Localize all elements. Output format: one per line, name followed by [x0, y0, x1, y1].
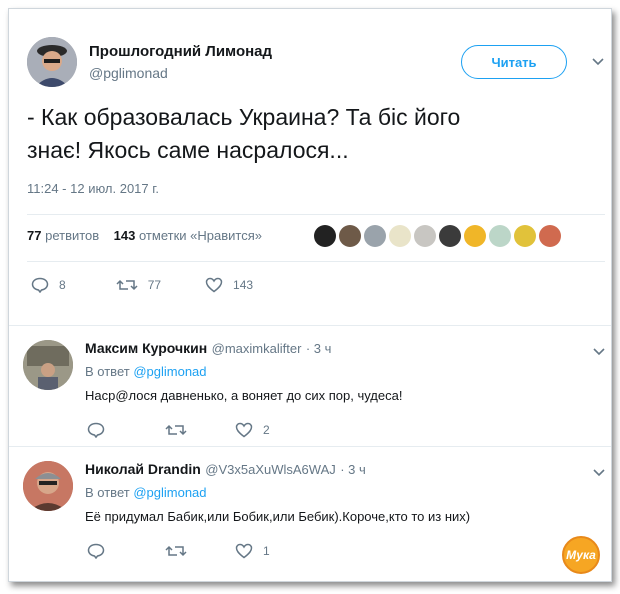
tweet-text: - Как образовалась Украина? Та біс його …: [27, 101, 587, 167]
reply-button[interactable]: [87, 543, 115, 559]
like-count: 2: [263, 423, 270, 437]
reply-to: В ответ @pglimonad: [85, 364, 207, 379]
chevron-down-icon[interactable]: [593, 345, 605, 359]
retweet-button[interactable]: 77: [116, 277, 161, 293]
divider: [27, 261, 605, 262]
divider: [27, 214, 605, 215]
liker-avatar[interactable]: [414, 225, 436, 247]
tweet-text-line-2: знає! Якось саме насралося...: [27, 137, 349, 163]
heart-icon: [235, 422, 253, 438]
reply-header: Максим Курочкин @maximkalifter · 3 ч: [85, 340, 331, 358]
reply-time[interactable]: · 3 ч: [306, 341, 332, 356]
reply-icon: [31, 277, 49, 293]
tweet-actions: 8 77 143: [31, 277, 289, 293]
retweet-icon: [165, 545, 187, 557]
reply-time[interactable]: · 3 ч: [340, 462, 366, 477]
reply-to-prefix: В ответ: [85, 364, 130, 379]
liker-avatar[interactable]: [339, 225, 361, 247]
reply-text: Наср@лося давненько, а воняет до сих пор…: [85, 388, 403, 403]
reply-icon: [87, 543, 105, 559]
like-button[interactable]: 143: [205, 277, 253, 293]
reply-tweet[interactable]: Максим Курочкин @maximkalifter · 3 ч В о…: [9, 325, 611, 447]
reply-text: Её придумал Бабик,или Бобик,или Бебик).К…: [85, 509, 471, 524]
retweets-label: ретвитов: [45, 228, 100, 243]
liker-avatar[interactable]: [314, 225, 336, 247]
tweet-stats: 77 ретвитов 143 отметки «Нравится»: [27, 228, 262, 243]
like-button[interactable]: 2: [235, 422, 270, 438]
retweets-count: 77: [27, 228, 42, 243]
reply-author-handle[interactable]: @maximkalifter: [212, 341, 302, 356]
heart-icon: [205, 277, 223, 293]
liker-avatar[interactable]: [439, 225, 461, 247]
retweet-button[interactable]: [165, 422, 197, 438]
reply-header: Николай Drandin @V3x5aXuWlsA6WAJ · 3 ч: [85, 461, 366, 479]
retweet-stat[interactable]: 77 ретвитов: [27, 228, 99, 243]
heart-icon: [235, 543, 253, 559]
retweet-icon: [165, 424, 187, 436]
reply-author-name[interactable]: Максим Курочкин: [85, 340, 207, 356]
liker-avatars: [314, 225, 564, 247]
liker-avatar[interactable]: [389, 225, 411, 247]
author-avatar[interactable]: [27, 37, 77, 87]
tweet-timestamp[interactable]: 11:24 - 12 июл. 2017 г.: [27, 181, 159, 196]
likes-stat[interactable]: 143 отметки «Нравится»: [114, 228, 262, 243]
reply-to-prefix: В ответ: [85, 485, 130, 500]
reply-avatar[interactable]: [23, 340, 73, 390]
reply-actions: 2: [87, 422, 306, 438]
reply-author-handle[interactable]: @V3x5aXuWlsA6WAJ: [205, 462, 335, 477]
liker-avatar[interactable]: [464, 225, 486, 247]
retweet-count: 77: [147, 278, 162, 292]
liker-avatar[interactable]: [539, 225, 561, 247]
liker-avatar[interactable]: [514, 225, 536, 247]
tweet-card: Прошлогодний Лимонад @pglimonad Читать -…: [8, 8, 612, 582]
like-count: 1: [263, 544, 270, 558]
reply-to-link[interactable]: @pglimonad: [133, 485, 206, 500]
author-name[interactable]: Прошлогодний Лимонад: [89, 43, 272, 60]
tweet-text-line-1: - Как образовалась Украина? Та біс його: [27, 104, 461, 130]
like-count: 143: [233, 278, 254, 292]
reply-tweet[interactable]: Николай Drandin @V3x5aXuWlsA6WAJ · 3 ч В…: [9, 446, 611, 581]
follow-button[interactable]: Читать: [461, 45, 567, 79]
reply-actions: 1: [87, 543, 306, 559]
retweet-icon: [116, 279, 138, 291]
liker-avatar[interactable]: [364, 225, 386, 247]
reply-to: В ответ @pglimonad: [85, 485, 207, 500]
likes-label: отметки «Нравится»: [138, 228, 262, 243]
like-button[interactable]: 1: [235, 543, 270, 559]
liker-avatar[interactable]: [489, 225, 511, 247]
reply-icon: [87, 422, 105, 438]
reply-button[interactable]: [87, 422, 115, 438]
reply-avatar[interactable]: [23, 461, 73, 511]
author-handle[interactable]: @pglimonad: [89, 65, 168, 81]
retweet-button[interactable]: [165, 543, 197, 559]
reply-button[interactable]: 8: [31, 277, 66, 293]
chevron-down-icon[interactable]: [593, 466, 605, 480]
reply-author-name[interactable]: Николай Drandin: [85, 461, 201, 477]
likes-count: 143: [113, 228, 136, 243]
watermark-logo: Мука: [562, 536, 600, 574]
chevron-down-icon[interactable]: [592, 55, 604, 69]
reply-count: 8: [59, 278, 66, 292]
reply-to-link[interactable]: @pglimonad: [133, 364, 206, 379]
